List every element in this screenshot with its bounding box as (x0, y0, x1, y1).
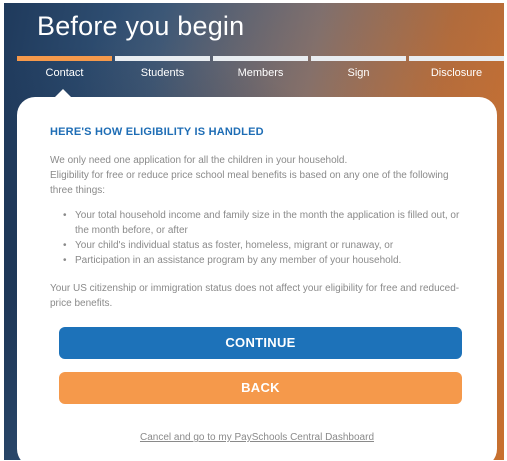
active-step-pointer (54, 89, 72, 98)
step-members[interactable]: Members (213, 67, 308, 79)
progress-segment-disclosure (409, 56, 504, 61)
step-sign[interactable]: Sign (311, 67, 406, 79)
continue-button[interactable]: CONTINUE (59, 327, 462, 359)
intro-text: We only need one application for all the… (50, 153, 470, 198)
cancel-dashboard-link[interactable]: Cancel and go to my PaySchools Central D… (17, 432, 497, 443)
citizenship-notice: Your US citizenship or immigration statu… (50, 283, 460, 309)
step-nav: Contact Students Members Sign Disclosure (17, 67, 504, 79)
step-contact[interactable]: Contact (17, 67, 112, 79)
progress-segment-contact (17, 56, 112, 61)
progress-bar (17, 56, 504, 61)
page-title: Before you begin (37, 11, 245, 41)
list-item: Your total household income and family s… (63, 208, 475, 238)
list-item: Your child's individual status as foster… (63, 238, 475, 253)
intro-line-2: Eligibility for free or reduce price sch… (50, 170, 449, 196)
progress-segment-members (213, 56, 308, 61)
intro-line-1: We only need one application for all the… (50, 155, 348, 166)
eligibility-criteria-list: Your total household income and family s… (63, 208, 475, 268)
back-button[interactable]: BACK (59, 372, 462, 404)
step-disclosure[interactable]: Disclosure (409, 67, 504, 79)
app-frame: Before you begin Contact Students Member… (4, 3, 504, 460)
list-item: Participation in an assistance program b… (63, 253, 475, 268)
progress-segment-sign (311, 56, 406, 61)
progress-segment-students (115, 56, 210, 61)
eligibility-card: HERE'S HOW ELIGIBILITY IS HANDLED We onl… (17, 97, 497, 460)
section-heading: HERE'S HOW ELIGIBILITY IS HANDLED (50, 126, 264, 138)
step-students[interactable]: Students (115, 67, 210, 79)
